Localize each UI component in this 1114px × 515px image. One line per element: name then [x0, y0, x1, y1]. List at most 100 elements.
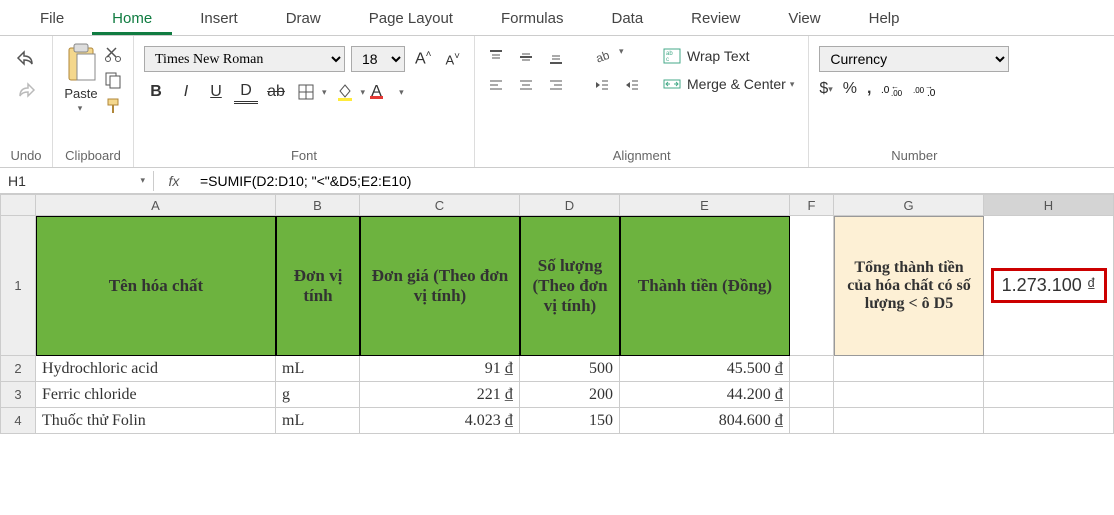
chevron-down-icon[interactable]: ▾: [322, 87, 327, 98]
cell-G3[interactable]: [834, 382, 984, 408]
align-center-button[interactable]: [515, 74, 537, 96]
col-header-A[interactable]: A: [36, 194, 276, 216]
merge-center-button[interactable]: Merge & Center ▾: [659, 74, 798, 94]
cell-C3[interactable]: 221 ₫: [360, 382, 520, 408]
cell-F2[interactable]: [790, 356, 834, 382]
cell-D1[interactable]: Số lượng (Theo đơn vị tính): [520, 216, 620, 356]
row-header-4[interactable]: 4: [0, 408, 36, 434]
redo-button[interactable]: [10, 80, 42, 104]
align-right-button[interactable]: [545, 74, 567, 96]
align-left-button[interactable]: [485, 74, 507, 96]
formula-input[interactable]: [194, 168, 1114, 193]
italic-button[interactable]: I: [174, 80, 198, 104]
orientation-button[interactable]: ab: [591, 46, 613, 68]
col-header-D[interactable]: D: [520, 194, 620, 216]
col-header-F[interactable]: F: [790, 194, 834, 216]
wrap-text-button[interactable]: abc Wrap Text: [659, 46, 798, 66]
cell-B4[interactable]: mL: [276, 408, 360, 434]
chevron-down-icon[interactable]: ▾: [361, 87, 366, 98]
cell-D2[interactable]: 500: [520, 356, 620, 382]
cell-F1[interactable]: [790, 216, 834, 356]
increase-indent-button[interactable]: [621, 74, 643, 96]
cell-H1[interactable]: 1.273.100 ₫: [984, 216, 1114, 356]
strikethrough-button[interactable]: ab: [264, 80, 288, 104]
format-painter-button[interactable]: [103, 96, 123, 116]
cell-A4[interactable]: Thuốc thử Folin: [36, 408, 276, 434]
paste-button[interactable]: Paste ▾: [63, 42, 99, 114]
increase-font-button[interactable]: A˄: [411, 47, 436, 70]
chevron-down-icon[interactable]: ▾: [399, 87, 404, 98]
cell-B3[interactable]: g: [276, 382, 360, 408]
bold-button[interactable]: B: [144, 80, 168, 104]
cell-H4[interactable]: [984, 408, 1114, 434]
row-header-2[interactable]: 2: [0, 356, 36, 382]
cell-F3[interactable]: [790, 382, 834, 408]
tab-formulas[interactable]: Formulas: [481, 2, 584, 35]
align-middle-button[interactable]: [515, 46, 537, 68]
copy-button[interactable]: [103, 70, 123, 90]
cell-G1[interactable]: Tổng thành tiền của hóa chất có số lượng…: [834, 216, 984, 356]
cell-H3[interactable]: [984, 382, 1114, 408]
row-header-3[interactable]: 3: [0, 382, 36, 408]
fx-button[interactable]: fx: [154, 173, 194, 189]
chevron-down-icon[interactable]: ▾: [140, 175, 145, 186]
cell-B1[interactable]: Đơn vị tính: [276, 216, 360, 356]
col-header-H[interactable]: H: [984, 194, 1114, 216]
select-all-corner[interactable]: [0, 194, 36, 216]
cell-B2[interactable]: mL: [276, 356, 360, 382]
cell-E3[interactable]: 44.200 ₫: [620, 382, 790, 408]
cell-C1[interactable]: Đơn giá (Theo đơn vị tính): [360, 216, 520, 356]
cell-D4[interactable]: 150: [520, 408, 620, 434]
comma-style-button[interactable]: ,: [867, 80, 871, 98]
tab-insert[interactable]: Insert: [180, 2, 258, 35]
font-color-button[interactable]: A: [371, 80, 395, 104]
cell-E2[interactable]: 45.500 ₫: [620, 356, 790, 382]
decrease-decimal-button[interactable]: .00→.0: [913, 81, 935, 97]
tab-draw[interactable]: Draw: [266, 2, 341, 35]
align-top-button[interactable]: [485, 46, 507, 68]
undo-button[interactable]: [10, 48, 42, 72]
font-family-select[interactable]: Times New Roman: [144, 46, 345, 72]
tab-review[interactable]: Review: [671, 2, 760, 35]
cell-E4[interactable]: 804.600 ₫: [620, 408, 790, 434]
cell-A3[interactable]: Ferric chloride: [36, 382, 276, 408]
underline-button[interactable]: U: [204, 80, 228, 104]
row-header-1[interactable]: 1: [0, 216, 36, 356]
cell-G2[interactable]: [834, 356, 984, 382]
tab-file[interactable]: File: [20, 2, 84, 35]
borders-button[interactable]: [294, 80, 318, 104]
cell-D3[interactable]: 200: [520, 382, 620, 408]
tab-home[interactable]: Home: [92, 2, 172, 35]
col-header-E[interactable]: E: [620, 194, 790, 216]
name-box[interactable]: H1 ▾: [0, 171, 154, 191]
cell-H2[interactable]: [984, 356, 1114, 382]
cell-A1[interactable]: Tên hóa chất: [36, 216, 276, 356]
tab-view[interactable]: View: [768, 2, 840, 35]
tab-help[interactable]: Help: [849, 2, 920, 35]
number-format-select[interactable]: Currency: [819, 46, 1009, 72]
decrease-indent-button[interactable]: [591, 74, 613, 96]
cell-F4[interactable]: [790, 408, 834, 434]
cell-C2[interactable]: 91 ₫: [360, 356, 520, 382]
chevron-down-icon[interactable]: ▾: [790, 79, 795, 90]
chevron-down-icon[interactable]: ▾: [619, 46, 624, 68]
accounting-format-button[interactable]: $▾: [819, 80, 832, 98]
increase-decimal-button[interactable]: .0←.00: [881, 81, 903, 97]
percent-button[interactable]: %: [843, 80, 857, 98]
col-header-G[interactable]: G: [834, 194, 984, 216]
chevron-down-icon[interactable]: ▾: [78, 103, 83, 114]
col-header-B[interactable]: B: [276, 194, 360, 216]
cell-G4[interactable]: [834, 408, 984, 434]
tab-data[interactable]: Data: [591, 2, 663, 35]
cell-A2[interactable]: Hydrochloric acid: [36, 356, 276, 382]
cell-E1[interactable]: Thành tiền (Đồng): [620, 216, 790, 356]
double-underline-button[interactable]: D: [234, 80, 258, 104]
tab-page-layout[interactable]: Page Layout: [349, 2, 473, 35]
col-header-C[interactable]: C: [360, 194, 520, 216]
fill-color-button[interactable]: [333, 80, 357, 104]
cell-C4[interactable]: 4.023 ₫: [360, 408, 520, 434]
align-bottom-button[interactable]: [545, 46, 567, 68]
font-size-select[interactable]: 18: [351, 46, 405, 72]
decrease-font-button[interactable]: A˅: [441, 49, 464, 69]
cut-button[interactable]: [103, 44, 123, 64]
